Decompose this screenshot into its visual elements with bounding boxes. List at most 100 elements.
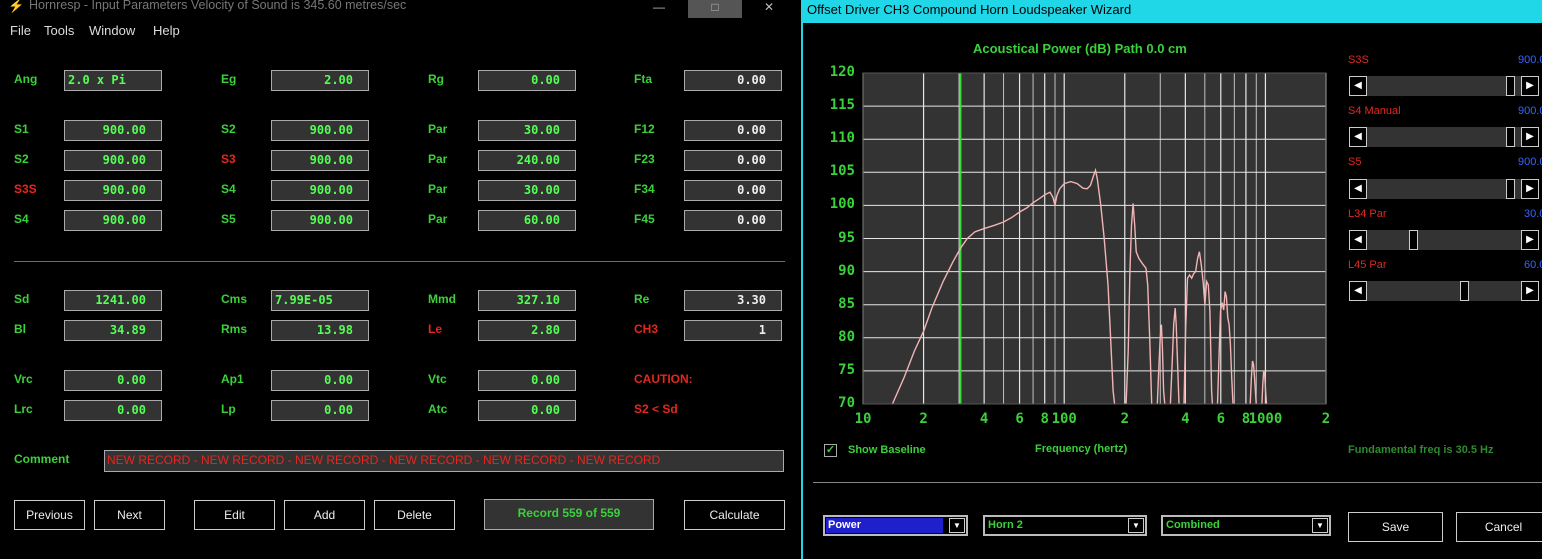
slider-thumb[interactable] <box>1409 230 1419 250</box>
comment-field[interactable]: NEW RECORD - NEW RECORD - NEW RECORD - N… <box>104 450 784 472</box>
param-field-s4[interactable]: 900.00 <box>271 180 369 201</box>
x-tick-label: 100 <box>1051 411 1077 427</box>
param-field-f34[interactable]: 0.00 <box>684 180 782 201</box>
menu-file[interactable]: File <box>10 23 31 38</box>
param-field-s2-row2[interactable]: 900.00 <box>64 150 162 171</box>
save-button[interactable]: Save <box>1348 512 1443 542</box>
slider-right-arrow-icon[interactable]: ▶ <box>1521 230 1539 250</box>
slider-right-arrow-icon[interactable]: ▶ <box>1521 179 1539 199</box>
param-field-vtc[interactable]: 0.00 <box>478 370 576 391</box>
minimize-button[interactable]: — <box>632 0 686 18</box>
param-field-par34[interactable]: 30.00 <box>478 180 576 201</box>
slider-left-arrow-icon[interactable]: ◀ <box>1349 127 1367 147</box>
slider-thumb[interactable] <box>1506 76 1516 96</box>
param-field-s3s[interactable]: 900.00 <box>64 180 162 201</box>
param-field-f45[interactable]: 0.00 <box>684 210 782 231</box>
param-field-s3[interactable]: 900.00 <box>271 150 369 171</box>
slider-l34-par[interactable]: ◀ ▶ <box>1349 230 1539 250</box>
show-baseline-checkbox[interactable]: ✓ <box>824 444 837 457</box>
x-tick-label: 10 <box>854 411 872 427</box>
dropdown-arrow-icon[interactable]: ▼ <box>1128 518 1144 533</box>
param-field-ch3[interactable]: 1 <box>684 320 782 341</box>
param-field-lp[interactable]: 0.00 <box>271 400 369 421</box>
param-label-f12: F12 <box>634 122 655 136</box>
slider-s4[interactable]: ◀ ▶ <box>1349 127 1539 147</box>
param-field-mmd[interactable]: 327.10 <box>478 290 576 311</box>
slider-l45-par[interactable]: ◀ ▶ <box>1349 281 1539 301</box>
param-label-lrc: Lrc <box>14 402 33 416</box>
param-field-eg[interactable]: 2.00 <box>271 70 369 91</box>
slider-thumb[interactable] <box>1459 281 1469 301</box>
param-field-bl[interactable]: 34.89 <box>64 320 162 341</box>
plot-type-dropdown[interactable]: Power ▼ <box>823 515 968 536</box>
dropdown-arrow-icon[interactable]: ▼ <box>1312 518 1328 533</box>
combined-dropdown[interactable]: Combined ▼ <box>1161 515 1331 536</box>
param-field-par45[interactable]: 60.00 <box>478 210 576 231</box>
param-field-s2[interactable]: 900.00 <box>271 120 369 141</box>
show-baseline-label: Show Baseline <box>848 444 926 456</box>
param-field-f23[interactable]: 0.00 <box>684 150 782 171</box>
param-label-par45: Par <box>428 212 448 226</box>
add-button[interactable]: Add <box>284 500 365 530</box>
param-field-ap1[interactable]: 0.00 <box>271 370 369 391</box>
param-field-ang[interactable]: 2.0 x Pi <box>64 70 162 91</box>
param-field-cms[interactable]: 7.99E-05 <box>271 290 369 311</box>
cancel-button[interactable]: Cancel <box>1456 512 1542 542</box>
dropdown-arrow-icon[interactable]: ▼ <box>949 518 965 533</box>
slider-left-arrow-icon[interactable]: ◀ <box>1349 281 1367 301</box>
slider-label-s4-manual: S4 Manual <box>1348 105 1401 117</box>
slider-right-arrow-icon[interactable]: ▶ <box>1521 76 1539 96</box>
close-button[interactable]: ✕ <box>742 0 796 18</box>
calculate-button[interactable]: Calculate <box>684 500 785 530</box>
slider-left-arrow-icon[interactable]: ◀ <box>1349 230 1367 250</box>
slider-label-s3s: S3S <box>1348 54 1369 66</box>
param-field-s5[interactable]: 900.00 <box>271 210 369 231</box>
next-button[interactable]: Next <box>94 500 165 530</box>
slider-label-l45-par: L45 Par <box>1348 259 1387 271</box>
slider-thumb[interactable] <box>1506 179 1516 199</box>
param-field-par23[interactable]: 240.00 <box>478 150 576 171</box>
slider-right-arrow-icon[interactable]: ▶ <box>1521 281 1539 301</box>
param-label-rms: Rms <box>221 322 248 336</box>
param-field-atc[interactable]: 0.00 <box>478 400 576 421</box>
slider-thumb[interactable] <box>1506 127 1516 147</box>
slider-right-arrow-icon[interactable]: ▶ <box>1521 127 1539 147</box>
slider-s5[interactable]: ◀ ▶ <box>1349 179 1539 199</box>
y-tick-label: 90 <box>838 262 855 279</box>
x-tick-label: 1000 <box>1248 411 1283 427</box>
menu-window[interactable]: Window <box>89 23 135 38</box>
param-field-rg[interactable]: 0.00 <box>478 70 576 91</box>
param-field-sd[interactable]: 1241.00 <box>64 290 162 311</box>
horn-value: Horn 2 <box>988 519 1023 531</box>
param-field-vrc[interactable]: 0.00 <box>64 370 162 391</box>
edit-button[interactable]: Edit <box>194 500 275 530</box>
param-field-lrc[interactable]: 0.00 <box>64 400 162 421</box>
param-label-ap1: Ap1 <box>221 372 244 386</box>
horn-dropdown[interactable]: Horn 2 ▼ <box>983 515 1147 536</box>
param-field-s1[interactable]: 900.00 <box>64 120 162 141</box>
maximize-button[interactable]: □ <box>688 0 742 18</box>
y-tick-label: 100 <box>829 196 855 213</box>
param-field-le[interactable]: 2.80 <box>478 320 576 341</box>
param-field-f12[interactable]: 0.00 <box>684 120 782 141</box>
comment-label: Comment <box>14 452 70 466</box>
delete-button[interactable]: Delete <box>374 500 455 530</box>
previous-button[interactable]: Previous <box>14 500 85 530</box>
param-field-re[interactable]: 3.30 <box>684 290 782 311</box>
y-tick-label: 110 <box>829 130 855 147</box>
param-label-re: Re <box>634 292 650 306</box>
slider-s3s[interactable]: ◀ ▶ <box>1349 76 1539 96</box>
x-tick-label: 2 <box>1321 411 1331 427</box>
slider-left-arrow-icon[interactable]: ◀ <box>1349 76 1367 96</box>
slider-left-arrow-icon[interactable]: ◀ <box>1349 179 1367 199</box>
param-label-atc: Atc <box>428 402 448 416</box>
bottom-divider <box>813 482 1542 483</box>
param-label-cms: Cms <box>221 292 248 306</box>
param-field-rms[interactable]: 13.98 <box>271 320 369 341</box>
menu-tools[interactable]: Tools <box>44 23 74 38</box>
menu-help[interactable]: Help <box>153 23 180 38</box>
param-field-fta[interactable]: 0.00 <box>684 70 782 91</box>
param-field-par12[interactable]: 30.00 <box>478 120 576 141</box>
y-tick-label: 75 <box>838 361 855 378</box>
param-field-s4-row4[interactable]: 900.00 <box>64 210 162 231</box>
